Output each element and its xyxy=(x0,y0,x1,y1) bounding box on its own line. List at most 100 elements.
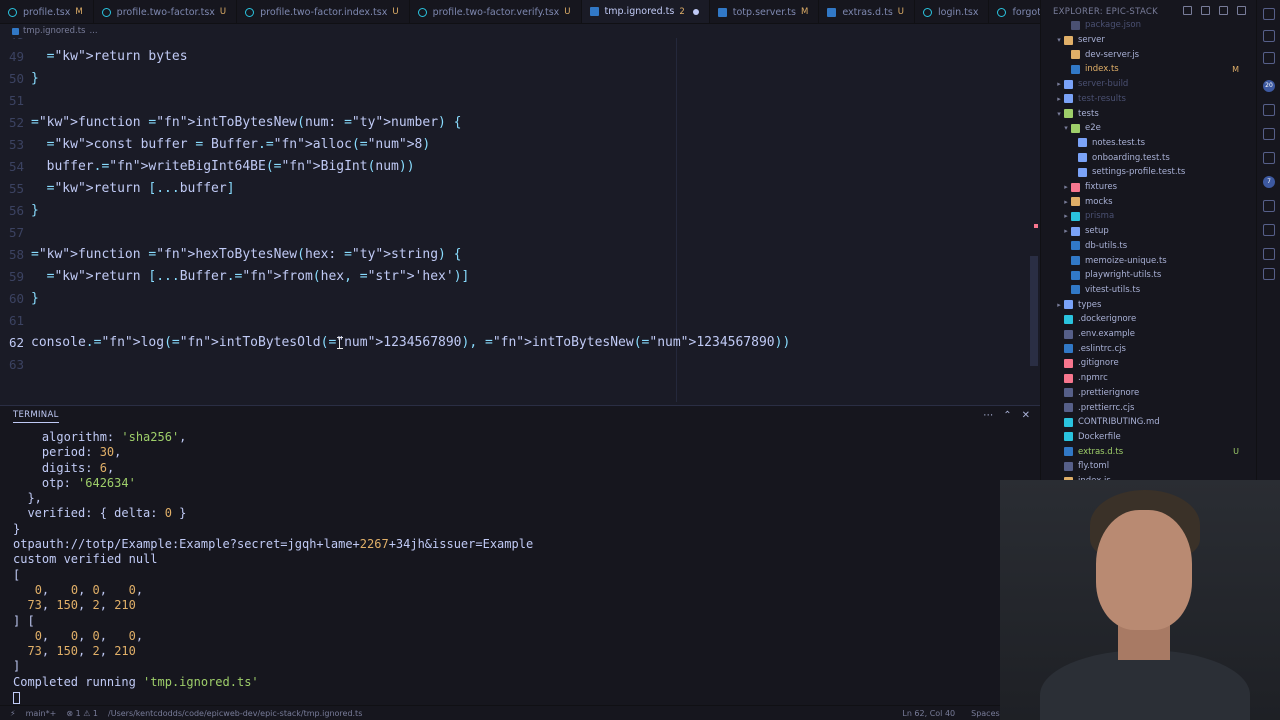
git-branch[interactable]: main*+ xyxy=(26,709,57,718)
tab-1[interactable]: profile.two-factor.tsx U xyxy=(94,0,238,23)
file-item[interactable]: fly.toml xyxy=(1041,459,1256,474)
source-control-badge[interactable]: 20 xyxy=(1263,80,1275,92)
tree-item-label: vitest-utils.ts xyxy=(1085,284,1141,295)
file-item[interactable]: extras.d.ts U xyxy=(1041,444,1256,459)
code-line[interactable]: 60} xyxy=(0,287,1040,309)
code-line[interactable]: 56} xyxy=(0,199,1040,221)
code-line[interactable]: 48 xyxy=(0,38,1040,45)
tab-2[interactable]: profile.two-factor.index.tsx U xyxy=(237,0,410,23)
tab-status-badge: U xyxy=(564,7,571,17)
code-line[interactable]: 59 ="kw">return [...Buffer.="fn">from(he… xyxy=(0,265,1040,287)
folder-item[interactable]: ▸ types xyxy=(1041,297,1256,312)
folder-item[interactable]: ▸ test-results xyxy=(1041,92,1256,107)
line-number: 53 xyxy=(8,136,24,152)
tree-item-label: .prettierrc.cjs xyxy=(1078,402,1135,413)
docker-icon[interactable] xyxy=(1263,200,1275,212)
file-icon xyxy=(1078,153,1087,163)
tab-4[interactable]: tmp.ignored.ts 2 xyxy=(581,0,710,23)
code-line[interactable]: 54 buffer.="fn">writeBigInt64BE(="fn">Bi… xyxy=(0,155,1040,177)
folder-item[interactable]: ▾ tests xyxy=(1041,106,1256,121)
folder-item[interactable]: ▸ mocks xyxy=(1041,194,1256,209)
tab-status-badge: M xyxy=(75,7,83,17)
search-icon[interactable] xyxy=(1263,30,1275,42)
problems-indicator[interactable]: ⊗ 1 ⚠ 1 xyxy=(66,709,98,718)
line-number: 58 xyxy=(8,246,24,262)
code-line[interactable]: 63 xyxy=(0,353,1040,375)
code-editor[interactable]: 4849 ="kw">return bytes50}5152="kw">func… xyxy=(0,38,1040,402)
testing-icon[interactable] xyxy=(1263,152,1275,164)
file-item[interactable]: onboarding.test.ts xyxy=(1041,150,1256,165)
file-item[interactable]: .eslintrc.cjs xyxy=(1041,341,1256,356)
folder-item[interactable]: ▸ server-build xyxy=(1041,77,1256,92)
code-line[interactable]: 51 xyxy=(0,89,1040,111)
folder-item[interactable]: ▾ server xyxy=(1041,33,1256,48)
tab-0[interactable]: profile.tsx M xyxy=(0,0,94,23)
file-item[interactable]: db-utils.ts xyxy=(1041,239,1256,254)
breadcrumb-more[interactable]: ... xyxy=(89,26,97,36)
terminal-output[interactable]: algorithm: 'sha256', period: 30, digits:… xyxy=(13,430,1023,704)
code-line[interactable]: 57 xyxy=(0,221,1040,243)
remote-icon[interactable]: ⚡ xyxy=(10,709,16,718)
editor-tab-bar: profile.tsx Mprofile.two-factor.tsx Uprofi… xyxy=(0,0,1040,24)
tab-3[interactable]: profile.two-factor.verify.tsx U xyxy=(410,0,582,23)
github-icon[interactable] xyxy=(1263,248,1275,260)
file-item[interactable]: .gitignore xyxy=(1041,356,1256,371)
file-item[interactable]: index.ts M xyxy=(1041,62,1256,77)
code-line[interactable]: 50} xyxy=(0,67,1040,89)
code-line[interactable]: 55 ="kw">return [...buffer] xyxy=(0,177,1040,199)
cursor-position[interactable]: Ln 62, Col 40 xyxy=(902,709,955,718)
run-debug-icon[interactable] xyxy=(1263,104,1275,116)
code-line[interactable]: 58 ="kw">function ="fn">hexToBytesNew(hex… xyxy=(0,243,1040,265)
file-item[interactable]: playwright-utils.ts xyxy=(1041,268,1256,283)
code-line[interactable]: 61 xyxy=(0,309,1040,331)
tab-5[interactable]: totp.server.ts M xyxy=(710,0,820,23)
tab-7[interactable]: login.tsx xyxy=(915,0,990,23)
code-line[interactable]: 52 ="kw">function ="fn">intToBytesNew(num… xyxy=(0,111,1040,133)
file-item[interactable]: .dockerignore xyxy=(1041,312,1256,327)
panel-actions: ⋯ ⌃ ✕ xyxy=(983,410,1030,421)
tab-8[interactable]: forgot-password xyxy=(989,0,1040,23)
close-panel-icon[interactable]: ✕ xyxy=(1022,410,1030,421)
unsaved-dot-icon[interactable] xyxy=(692,8,699,15)
folder-item[interactable]: ▾ e2e xyxy=(1041,121,1256,136)
more-actions-icon[interactable]: ⋯ xyxy=(983,410,993,421)
file-item[interactable]: notes.test.ts xyxy=(1041,136,1256,151)
folder-icon xyxy=(1071,123,1080,133)
mouse-cursor-icon xyxy=(337,337,346,349)
remote-badge[interactable]: 7 xyxy=(1263,176,1275,188)
maximize-panel-icon[interactable]: ⌃ xyxy=(1003,410,1011,421)
tab-terminal[interactable]: TERMINAL xyxy=(13,410,59,423)
refresh-icon[interactable] xyxy=(1219,6,1228,15)
editor-scrollbar[interactable] xyxy=(1030,256,1038,366)
breadcrumb-file[interactable]: tmp.ignored.ts xyxy=(23,26,85,36)
file-item[interactable]: .npmrc xyxy=(1041,371,1256,386)
tab-6[interactable]: extras.d.ts U xyxy=(819,0,916,23)
files-icon[interactable] xyxy=(1263,8,1275,20)
file-item[interactable]: .env.example xyxy=(1041,327,1256,342)
code-line[interactable]: 62 console.="fn">log(="fn">intToBytesOld(… xyxy=(0,331,1040,353)
new-folder-icon[interactable] xyxy=(1201,6,1210,15)
file-item[interactable]: Dockerfile xyxy=(1041,430,1256,445)
code-line[interactable]: 49 ="kw">return bytes xyxy=(0,45,1040,67)
collapse-all-icon[interactable] xyxy=(1237,6,1246,15)
file-item[interactable]: package.json xyxy=(1041,18,1256,33)
new-file-icon[interactable] xyxy=(1183,6,1192,15)
file-item[interactable]: memoize-unique.ts xyxy=(1041,253,1256,268)
file-item[interactable]: .prettierignore xyxy=(1041,386,1256,401)
live-share-icon[interactable] xyxy=(1263,224,1275,236)
sync-icon[interactable] xyxy=(1263,268,1275,280)
extensions-icon[interactable] xyxy=(1263,128,1275,140)
folder-item[interactable]: ▸ fixtures xyxy=(1041,180,1256,195)
history-icon[interactable] xyxy=(1263,52,1275,64)
tab-label: totp.server.ts xyxy=(732,6,796,18)
file-item[interactable]: vitest-utils.ts xyxy=(1041,283,1256,298)
file-item[interactable]: .prettierrc.cjs xyxy=(1041,400,1256,415)
chevron-right-icon: ▸ xyxy=(1064,227,1068,236)
file-item[interactable]: dev-server.js xyxy=(1041,47,1256,62)
folder-item[interactable]: ▸ setup xyxy=(1041,224,1256,239)
tree-item-label: playwright-utils.ts xyxy=(1085,270,1162,281)
file-item[interactable]: CONTRIBUTING.md xyxy=(1041,415,1256,430)
file-item[interactable]: settings-profile.test.ts xyxy=(1041,165,1256,180)
folder-item[interactable]: ▸ prisma xyxy=(1041,209,1256,224)
code-line[interactable]: 53 ="kw">const buffer = Buffer.="fn">all… xyxy=(0,133,1040,155)
